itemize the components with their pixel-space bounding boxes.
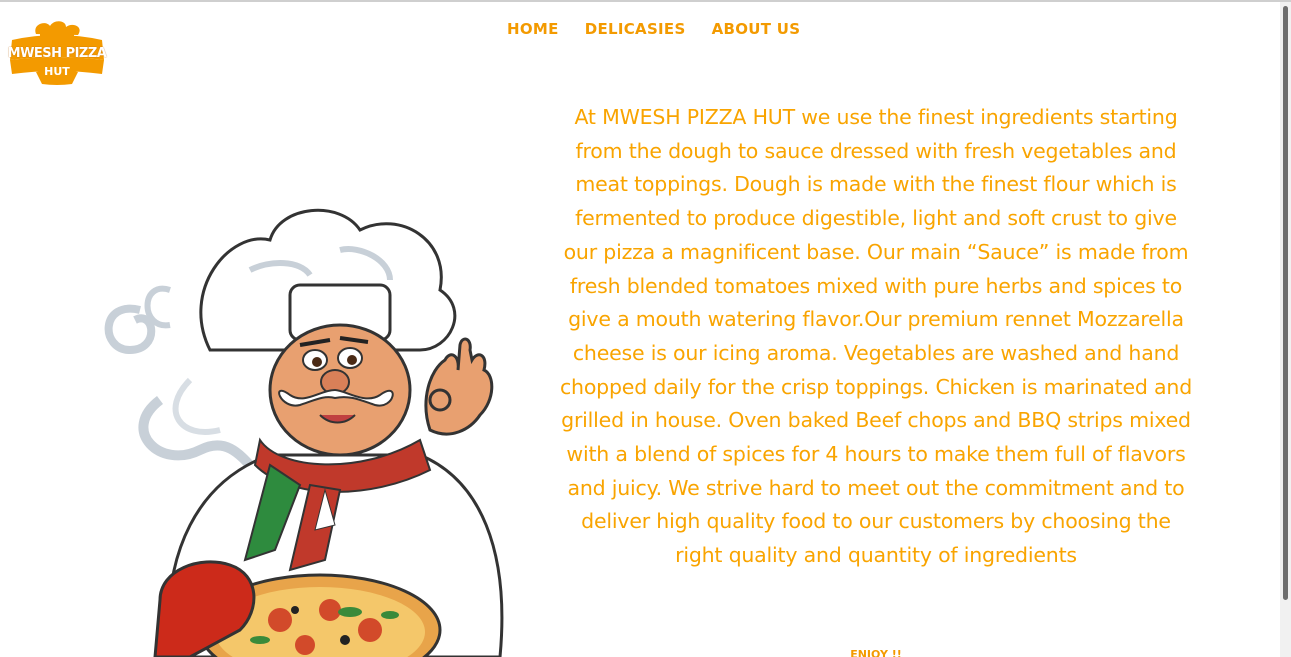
nav-delicasies[interactable]: DELICASIES xyxy=(575,20,702,38)
site-logo[interactable]: MWESH PIZZA HUT xyxy=(6,20,108,86)
logo-line-1: MWESH PIZZA xyxy=(7,46,107,61)
main-nav: HOME DELICASIES ABOUT US xyxy=(497,20,816,38)
pizza-chef-illustration xyxy=(100,200,520,657)
logo-line-2: HUT xyxy=(44,65,70,78)
top-border xyxy=(0,0,1291,2)
chef-image xyxy=(104,208,504,657)
scrollbar-thumb[interactable] xyxy=(1283,6,1288,600)
enjoy-text: ENJOY !! xyxy=(850,648,902,657)
about-description: At MWESH PIZZA HUT we use the finest ing… xyxy=(559,105,1193,568)
nav-about-us[interactable]: ABOUT US xyxy=(702,20,817,38)
page: MWESH PIZZA HUT HOME DELICASIES ABOUT US xyxy=(0,0,1291,657)
nav-home[interactable]: HOME xyxy=(497,20,575,38)
